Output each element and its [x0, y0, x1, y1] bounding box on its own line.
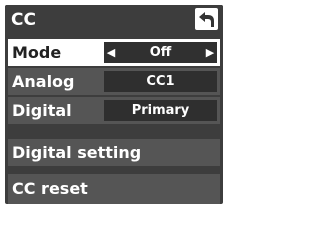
analog-label: Analog [12, 72, 75, 91]
cc-reset-label: CC reset [12, 179, 88, 198]
title-bar: CC [5, 5, 223, 36]
menu-item-analog[interactable]: Analog CC1 [8, 68, 220, 95]
menu-item-digital[interactable]: Digital Primary [8, 97, 220, 124]
digital-label: Digital [12, 101, 72, 120]
digital-value: Primary [131, 103, 190, 118]
menu-title: CC [11, 10, 36, 30]
cc-menu-panel: CC Mode ◀ Off ▶ Analog CC1 Digital Prima… [5, 5, 223, 204]
analog-value: CC1 [146, 74, 175, 89]
menu-item-cc-reset[interactable]: CC reset [8, 174, 220, 204]
return-arrow-icon [199, 12, 214, 27]
left-arrow-icon[interactable]: ◀ [104, 42, 118, 63]
analog-value-box[interactable]: CC1 [104, 71, 217, 92]
mode-value: Off [149, 45, 172, 60]
mode-label: Mode [12, 43, 62, 62]
right-arrow-icon[interactable]: ▶ [203, 42, 217, 63]
digital-value-box[interactable]: Primary [104, 100, 217, 121]
mode-value-selector[interactable]: ◀ Off ▶ [104, 42, 217, 63]
menu-item-mode[interactable]: Mode ◀ Off ▶ [8, 39, 220, 66]
menu-item-digital-setting[interactable]: Digital setting [8, 139, 220, 166]
digital-setting-label: Digital setting [12, 143, 142, 162]
back-button[interactable] [195, 8, 218, 30]
